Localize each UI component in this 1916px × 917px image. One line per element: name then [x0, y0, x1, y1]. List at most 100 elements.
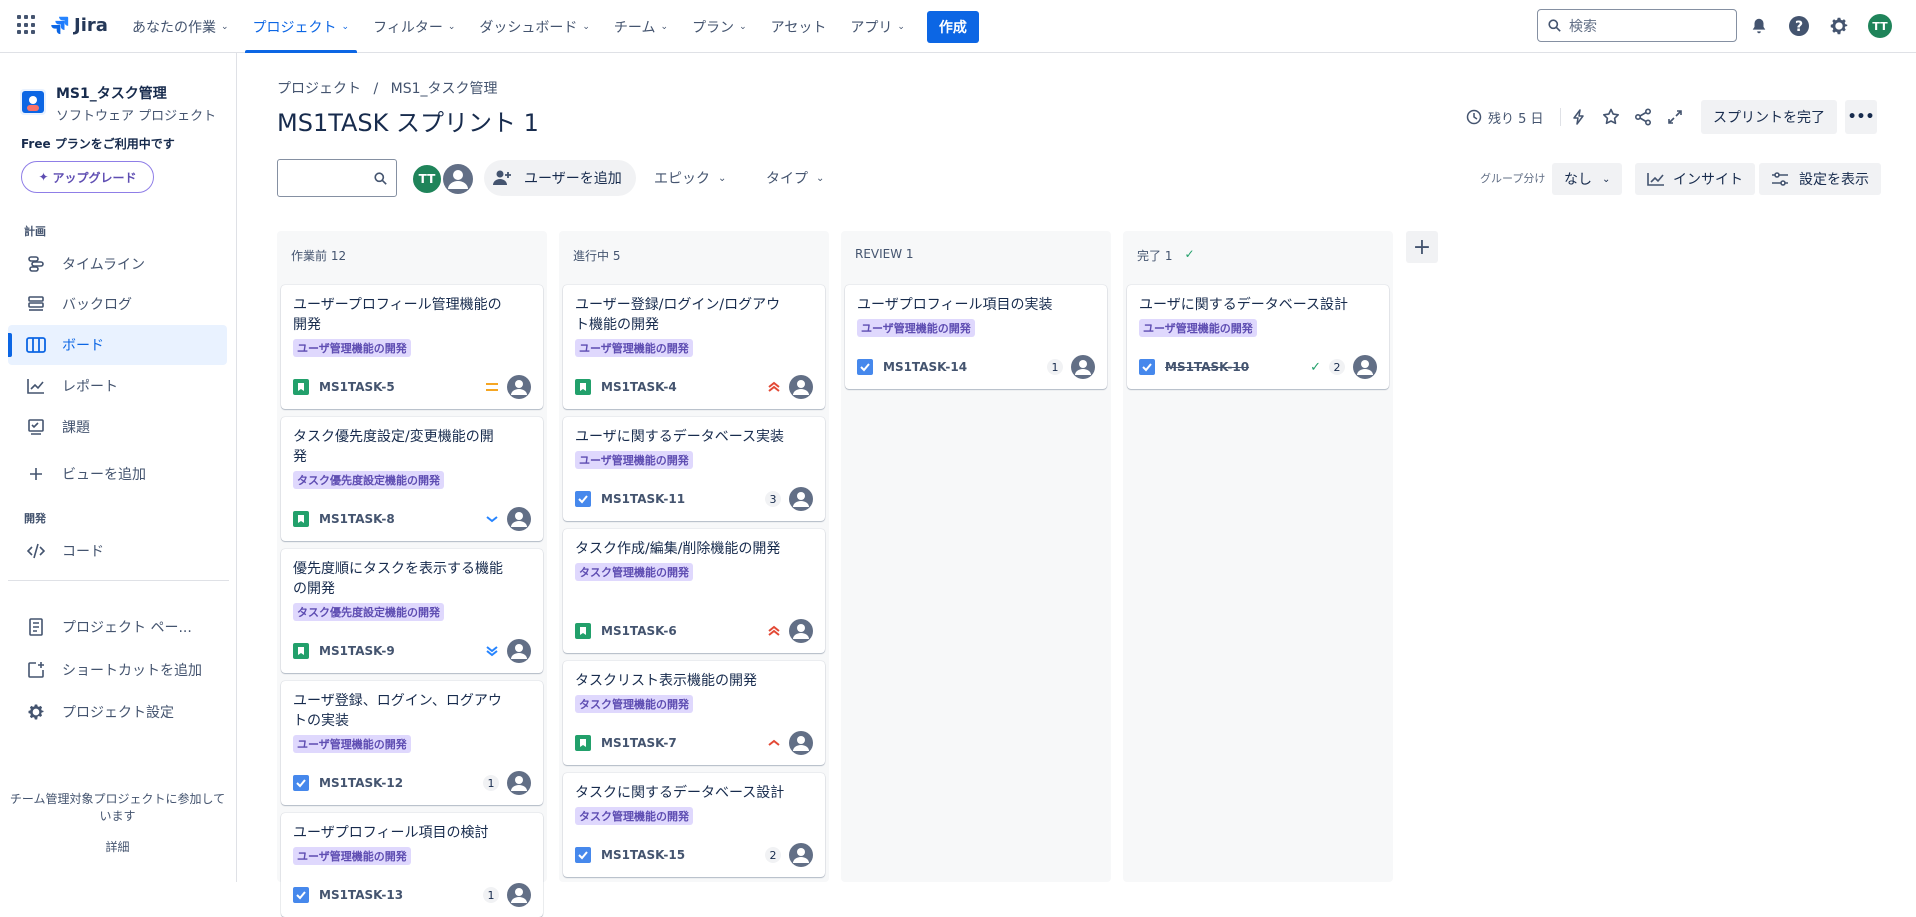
sidebar-item[interactable]: プロジェクト ペー... [8, 607, 227, 647]
nav-item[interactable]: あなたの作業 ⌄ [120, 0, 241, 53]
search-icon [1548, 19, 1561, 32]
complete-sprint-button[interactable]: スプリントを完了 [1701, 100, 1837, 134]
assignee-avatar-icon[interactable] [507, 883, 531, 907]
assignee-avatar-icon[interactable] [507, 375, 531, 399]
issue-card[interactable]: ユーザープロフィール管理機能の開発 ユーザ管理機能の開発 MS1TASK-5 [281, 285, 543, 409]
issue-key[interactable]: MS1TASK-15 [601, 848, 685, 862]
jira-logo[interactable]: Jira [48, 12, 108, 38]
issue-key[interactable]: MS1TASK-6 [601, 624, 677, 638]
issue-card[interactable]: タスクリスト表示機能の開発 タスク管理機能の開発 MS1TASK-7 [563, 661, 825, 765]
filter-avatar-unassigned[interactable] [442, 163, 474, 195]
card-title: ユーザー登録/ログイン/ログアウト機能の開発 [575, 297, 781, 333]
create-button[interactable]: 作成 [926, 10, 979, 43]
share-icon[interactable] [1627, 101, 1659, 133]
epic-badge[interactable]: タスク管理機能の開発 [575, 807, 693, 825]
project-header[interactable]: MS1_タスク管理 ソフトウェア プロジェクト [20, 83, 216, 124]
nav-item[interactable]: アプリ ⌄ [838, 0, 917, 53]
issue-card[interactable]: ユーザー登録/ログイン/ログアウト機能の開発ユーザ管理機能の開発 MS1TASK-… [563, 285, 825, 409]
issue-card[interactable]: ユーザ登録、ログイン、ログアウトの実装 ユーザ管理機能の開発 MS1TASK-12 1 [281, 681, 543, 805]
sidebar-item[interactable]: コード [8, 531, 227, 571]
group-by-dropdown[interactable]: なし ⌄ [1552, 163, 1623, 195]
assignee-avatar-icon[interactable] [1071, 355, 1095, 379]
nav-item[interactable]: アセット [759, 0, 839, 53]
nav-item[interactable]: チーム ⌄ [602, 0, 680, 53]
issue-card[interactable]: タスク優先度設定/変更機能の開発タスク優先度設定機能の開発 MS1TASK-8 [281, 417, 543, 541]
automation-lightning-icon[interactable] [1563, 101, 1595, 133]
sidebar-item[interactable]: ショートカットを追加 [8, 650, 227, 690]
issue-key[interactable]: MS1TASK-12 [319, 776, 403, 790]
epic-filter-dropdown[interactable]: エピック ⌄ [654, 160, 726, 196]
issue-card[interactable]: ユーザプロフィール項目の検討 ユーザ管理機能の開発 MS1TASK-13 1 [281, 813, 543, 917]
issue-card[interactable]: ユーザプロフィール項目の実装 ユーザ管理機能の開発 MS1TASK-14 1 [845, 285, 1107, 389]
assignee-avatar-icon[interactable] [789, 843, 813, 867]
assignee-avatar-icon[interactable] [507, 507, 531, 531]
type-filter-dropdown[interactable]: タイプ ⌄ [766, 160, 824, 196]
assignee-avatar-icon[interactable] [789, 487, 813, 511]
details-link[interactable]: 詳細 [0, 838, 235, 855]
board-search-input[interactable] [277, 159, 397, 197]
assignee-avatar-icon[interactable] [1353, 355, 1377, 379]
issue-key[interactable]: MS1TASK-9 [319, 644, 395, 658]
view-settings-button[interactable]: 設定を表示 [1759, 163, 1881, 195]
sidebar-item[interactable]: 課題 [8, 407, 227, 447]
assignee-avatar-icon[interactable] [507, 639, 531, 663]
user-avatar[interactable]: TT [1868, 14, 1892, 38]
issue-key[interactable]: MS1TASK-10 [1165, 360, 1249, 374]
issue-key[interactable]: MS1TASK-7 [601, 736, 677, 750]
star-icon[interactable] [1595, 101, 1627, 133]
nav-item[interactable]: フィルター ⌄ [361, 0, 467, 53]
assignee-avatar-icon[interactable] [789, 375, 813, 399]
epic-badge[interactable]: タスク管理機能の開発 [575, 563, 693, 581]
assignee-avatar-icon[interactable] [507, 771, 531, 795]
more-actions-icon[interactable]: ••• [1845, 100, 1877, 134]
app-switcher-icon[interactable] [17, 15, 37, 35]
issue-card[interactable]: タスクに関するデータベース設計 タスク管理機能の開発 MS1TASK-15 2 [563, 773, 825, 877]
insights-button[interactable]: インサイト [1635, 163, 1755, 195]
epic-badge[interactable]: タスク管理機能の開発 [575, 695, 693, 713]
epic-badge[interactable]: ユーザ管理機能の開発 [575, 451, 693, 469]
card-title: タスク優先度設定/変更機能の開発 [293, 429, 494, 465]
epic-badge[interactable]: ユーザ管理機能の開発 [857, 319, 975, 337]
nav-item[interactable]: ダッシュボード ⌄ [467, 0, 602, 53]
issue-key[interactable]: MS1TASK-14 [883, 360, 967, 374]
sprint-remaining[interactable]: 残り 5 日 [1466, 100, 1561, 134]
issue-card[interactable]: タスク作成/編集/削除機能の開発 タスク管理機能の開発 MS1TASK-6 [563, 529, 825, 653]
issue-key[interactable]: MS1TASK-11 [601, 492, 685, 506]
sidebar-item[interactable]: タイムライン [8, 244, 227, 284]
epic-badge[interactable]: ユーザ管理機能の開発 [575, 339, 693, 357]
board-icon [26, 335, 46, 355]
issue-key[interactable]: MS1TASK-5 [319, 380, 395, 394]
sidebar-item[interactable]: バックログ [8, 284, 227, 324]
assignee-avatar-icon[interactable] [789, 731, 813, 755]
epic-badge[interactable]: タスク優先度設定機能の開発 [293, 603, 444, 621]
issue-key[interactable]: MS1TASK-4 [601, 380, 677, 394]
sidebar-item[interactable]: ボード [8, 325, 227, 365]
issue-card[interactable]: 優先度順にタスクを表示する機能の開発 タスク優先度設定機能の開発 MS1TASK-9 [281, 549, 543, 673]
settings-gear-icon[interactable] [1827, 14, 1851, 38]
nav-item[interactable]: プラン ⌄ [680, 0, 759, 53]
breadcrumb-project[interactable]: MS1_タスク管理 [391, 81, 498, 97]
notifications-icon[interactable] [1747, 14, 1771, 38]
issue-card[interactable]: ユーザに関するデータベース設計 ユーザ管理機能の開発 MS1TASK-10 ✓ 2 [1127, 285, 1389, 389]
expand-icon[interactable] [1659, 101, 1691, 133]
assignee-avatar-icon[interactable] [789, 619, 813, 643]
epic-badge[interactable]: ユーザ管理機能の開発 [293, 847, 411, 865]
epic-badge[interactable]: ユーザ管理機能の開発 [293, 339, 411, 357]
sidebar-item[interactable]: プロジェクト設定 [8, 692, 227, 732]
global-search-input[interactable]: 検索 [1537, 9, 1737, 42]
sidebar-item[interactable]: レポート [8, 366, 227, 406]
add-user-button[interactable]: ユーザーを追加 [484, 160, 636, 196]
upgrade-button[interactable]: ✦ アップグレード [21, 161, 154, 193]
epic-badge[interactable]: ユーザ管理機能の開発 [1139, 319, 1257, 337]
epic-badge[interactable]: ユーザ管理機能の開発 [293, 735, 411, 753]
filter-avatar-tt[interactable]: TT [411, 163, 443, 195]
epic-badge[interactable]: タスク優先度設定機能の開発 [293, 471, 444, 489]
add-column-icon[interactable]: + [1406, 231, 1438, 263]
issue-key[interactable]: MS1TASK-8 [319, 512, 395, 526]
nav-item[interactable]: プロジェクト ⌄ [241, 0, 362, 53]
sidebar-item[interactable]: ビューを追加 [8, 454, 227, 494]
issue-key[interactable]: MS1TASK-13 [319, 888, 403, 902]
help-icon[interactable]: ? [1787, 14, 1811, 38]
issue-card[interactable]: ユーザに関するデータベース実装 ユーザ管理機能の開発 MS1TASK-11 3 [563, 417, 825, 521]
breadcrumb-projects[interactable]: プロジェクト [277, 81, 361, 97]
